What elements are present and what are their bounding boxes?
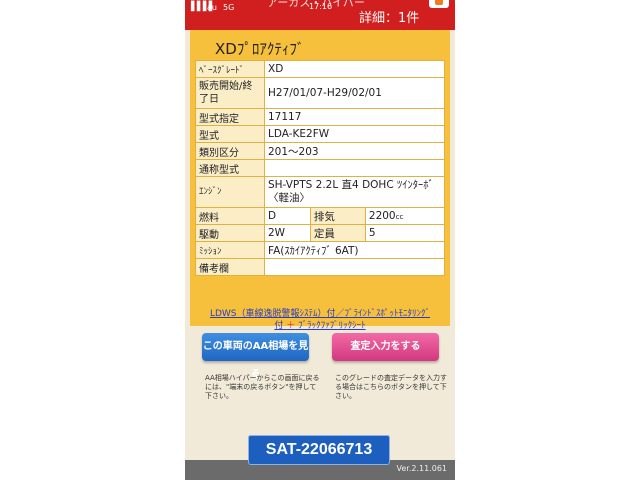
options-line1: LDWS（車線逸脱警報ｼｽﾃﾑ）付／ﾌﾞﾗｲﾝﾄﾞｽﾎﾟｯﾄﾓﾆﾀﾘﾝｸﾞ	[209, 309, 431, 319]
row-label: ｴﾝｼﾞﾝ	[195, 176, 265, 208]
row-label: 通称型式	[195, 159, 265, 177]
options-line2b: ﾌﾞﾗｯｸﾌｧﾌﾞﾘｯｸｼｰﾄ	[298, 321, 366, 331]
row-label: 定員	[309, 224, 366, 242]
app-logo-icon[interactable]	[429, 0, 449, 8]
table-row: 類別区分 201～203	[195, 142, 445, 160]
row-label: ﾍﾞｰｽｸﾞﾚｰﾄﾞ	[195, 60, 265, 78]
status-bar: ▌▌▌▌ au 5G アーガス・ハイパー 17:16 詳細：1件	[185, 0, 455, 30]
row-label: 備考欄	[195, 258, 265, 276]
network-label: 5G	[223, 3, 235, 12]
sat-id-badge: SAT-22066713	[248, 435, 390, 465]
version-label: Ver.2.11.061	[396, 464, 448, 473]
row-label: 販売開始/終了日	[195, 77, 265, 109]
row-value: 5	[364, 224, 446, 242]
row-value: 201～203	[264, 142, 445, 160]
row-value: SH-VPTS 2.2L 直4 DOHC ﾂｲﾝﾀｰﾎﾞ〈軽油〉	[264, 176, 445, 208]
row-label: 排気	[309, 207, 366, 225]
table-row: ﾐｯｼｮﾝ FA(ｽｶｲｱｸﾃｨﾌﾞ 6AT)	[195, 241, 445, 259]
row-label: 駆動	[195, 224, 265, 242]
row-value: H27/01/07-H29/02/01	[264, 77, 445, 109]
displacement-value: 2200cc	[364, 207, 446, 225]
row-value: 17117	[264, 108, 445, 126]
options-line2a: 付	[274, 321, 284, 331]
row-value: FA(ｽｶｲｱｸﾃｨﾌﾞ 6AT)	[264, 241, 445, 259]
table-row: 備考欄	[195, 258, 445, 276]
carrier-label: au	[207, 3, 217, 12]
row-label: 型式	[195, 125, 265, 143]
table-row: 販売開始/終了日 H27/01/07-H29/02/01	[195, 77, 445, 109]
table-row: 駆動 2W 定員 5	[195, 224, 446, 242]
row-label: ﾐｯｼｮﾝ	[195, 241, 265, 259]
table-row: 型式指定 17117	[195, 108, 445, 126]
row-value	[264, 159, 445, 177]
spec-table: ﾍﾞｰｽｸﾞﾚｰﾄﾞ XD 販売開始/終了日 H27/01/07-H29/02/…	[195, 60, 446, 276]
appraisal-input-button[interactable]: 査定入力をする	[332, 333, 439, 361]
aa-market-button[interactable]: この車両のAA相場を見る	[202, 333, 309, 380]
row-value: LDA-KE2FW	[264, 125, 445, 143]
clock: 17:16	[309, 2, 333, 11]
table-row: 燃料 D 排気 2200cc	[195, 207, 446, 225]
options-link[interactable]: LDWS（車線逸脱警報ｼｽﾃﾑ）付／ﾌﾞﾗｲﾝﾄﾞｽﾎﾟｯﾄﾓﾆﾀﾘﾝｸﾞ 付 …	[200, 308, 440, 332]
row-value: D	[264, 207, 311, 225]
row-value: XD	[264, 60, 445, 78]
row-label: 型式指定	[195, 108, 265, 126]
row-label: 燃料	[195, 207, 265, 225]
displacement-unit: cc	[395, 213, 404, 221]
row-label: 類別区分	[195, 142, 265, 160]
grade-title: XDﾌﾟﾛｱｸﾃｨﾌﾞ	[215, 40, 305, 58]
back-instruction: AA相場ハイパーからこの画面に戻るには、"端末の戻るボタン"を押して下さい。	[205, 374, 320, 400]
phone-screen: ▌▌▌▌ au 5G アーガス・ハイパー 17:16 詳細：1件 XDﾌﾟﾛｱｸ…	[185, 0, 455, 480]
table-row: 型式 LDA-KE2FW	[195, 125, 445, 143]
table-row: ﾍﾞｰｽｸﾞﾚｰﾄﾞ XD	[195, 60, 445, 78]
row-value	[264, 258, 445, 276]
appraisal-instruction: このグレードの査定データを入力する場合はこちらのボタンを押して下さい。	[335, 374, 447, 400]
detail-count: 詳細：1件	[359, 11, 420, 26]
grade-card: XDﾌﾟﾛｱｸﾃｨﾌﾞ ﾍﾞｰｽｸﾞﾚｰﾄﾞ XD 販売開始/終了日 H27/0…	[190, 30, 450, 331]
table-row: 通称型式	[195, 159, 445, 177]
table-row: ｴﾝｼﾞﾝ SH-VPTS 2.2L 直4 DOHC ﾂｲﾝﾀｰﾎﾞ〈軽油〉	[195, 176, 445, 208]
displacement-number: 2200	[368, 210, 396, 222]
plus-icon: ＋	[286, 321, 296, 331]
row-value: 2W	[264, 224, 311, 242]
